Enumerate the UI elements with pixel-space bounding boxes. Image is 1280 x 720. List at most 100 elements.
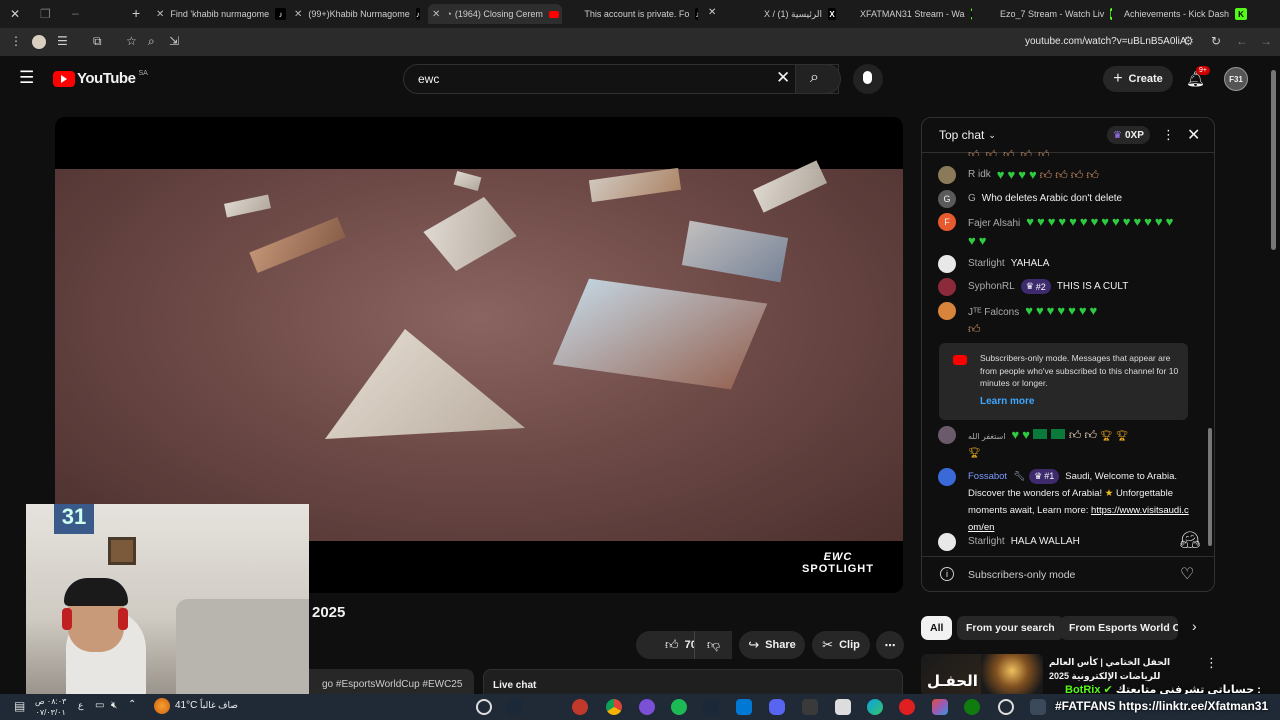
- discord-icon[interactable]: [769, 699, 785, 715]
- app-gray-icon[interactable]: [802, 699, 818, 715]
- forward-icon[interactable]: →: [1260, 34, 1272, 48]
- chat-menu-icon[interactable]: ⋮: [1162, 127, 1175, 143]
- chat-scrollbar[interactable]: [1208, 158, 1212, 548]
- chip-from-esports-world-cup[interactable]: From Esports World Cu: [1060, 616, 1178, 640]
- app-purple-icon[interactable]: [639, 699, 655, 715]
- chat-message[interactable]: SyphonRL ♛ #2 THIS IS A CULT: [938, 278, 1128, 296]
- extensions-icon[interactable]: ⧉: [93, 34, 102, 49]
- chat-avatar: [938, 166, 956, 184]
- profile-avatar[interactable]: [32, 35, 46, 49]
- clip-button[interactable]: ✂ Clip: [812, 631, 870, 659]
- steam-icon[interactable]: [703, 699, 719, 715]
- chip-from-your-search[interactable]: From your search: [957, 616, 1064, 640]
- outlook-icon[interactable]: [736, 699, 752, 715]
- speaker-muted-icon[interactable]: 🔇︎: [111, 700, 117, 711]
- description-box[interactable]: go #EsportsWorldCup #EWC25: [300, 669, 474, 695]
- heart-reaction-icon[interactable]: ♡: [1180, 564, 1194, 584]
- language-indicator[interactable]: ع: [78, 700, 83, 711]
- reload-icon[interactable]: ↻: [1211, 34, 1221, 48]
- chat-message[interactable]: استغفر الله ♥ ♥ 👍︎ 👍︎ 🏆︎ 🏆︎ 🏆︎: [938, 426, 1188, 462]
- live-chat-replay-bar[interactable]: Live chat: [483, 669, 903, 695]
- tab-2[interactable]: ✕ (99+)Khabib Nurmagome ♪: [294, 4, 420, 24]
- app-color-icon[interactable]: [932, 699, 948, 715]
- chip-all[interactable]: All: [921, 616, 953, 640]
- url-text[interactable]: youtube.com/watch?v=uBLnB5A0liA: [1025, 36, 1187, 47]
- tab-8[interactable]: Achievements - Kick Dash K: [1124, 4, 1250, 24]
- top-chat-selector[interactable]: Top chat ⌄: [939, 128, 996, 142]
- close-window-icon[interactable]: ✕: [10, 7, 20, 21]
- back-icon[interactable]: ←: [1236, 34, 1248, 48]
- tab-4[interactable]: ✕ This account is private. Fo ♪: [570, 4, 698, 24]
- tab-close-icon[interactable]: ✕: [708, 7, 716, 18]
- chevron-right-icon[interactable]: ›: [1192, 618, 1197, 634]
- hamburger-menu-icon[interactable]: ☰: [19, 68, 34, 88]
- voice-search-button[interactable]: [853, 64, 883, 94]
- tab-close-icon[interactable]: ✕: [432, 9, 440, 20]
- notification-badge: 9+: [1196, 66, 1210, 75]
- bookmark-star-icon[interactable]: ☆: [126, 34, 137, 48]
- hashtags[interactable]: go #EsportsWorldCup #EWC25: [322, 679, 462, 690]
- related-video-thumbnail[interactable]: الحفـل: [921, 654, 1043, 696]
- monitor-icon[interactable]: ▭: [95, 700, 104, 711]
- reader-icon[interactable]: ☰: [57, 34, 68, 48]
- dislike-button[interactable]: 👎︎: [694, 631, 732, 659]
- menu-dots-icon[interactable]: ⋮: [10, 34, 22, 48]
- chat-message[interactable]: Jᵀᴱ Falcons ♥ ♥ ♥ ♥ ♥ ♥ ♥ 👍︎: [938, 302, 1188, 339]
- related-video-title[interactable]: الحفل الختامي | كأس العالم للرياضات الإل…: [1049, 655, 1199, 683]
- edge-icon[interactable]: [867, 699, 883, 715]
- tab-1[interactable]: ✕ Find 'khabib nurmagome ♪: [156, 4, 286, 24]
- chat-message[interactable]: Starlight YAHALA: [938, 255, 1049, 273]
- chat-message[interactable]: G G Who deletes Arabic don't delete: [938, 190, 1122, 208]
- close-chat-icon[interactable]: ✕: [1187, 125, 1200, 145]
- page-scrollbar[interactable]: [1271, 70, 1276, 250]
- tab-7[interactable]: Ezo_7 Stream - Watch Liv K: [1000, 4, 1112, 24]
- spotify-icon[interactable]: [671, 699, 687, 715]
- more-actions-button[interactable]: ⋯: [876, 631, 904, 659]
- chat-message[interactable]: R idk ♥ ♥ ♥ ♥ 👍︎ 👍︎ 👍︎ 👍︎: [938, 166, 1102, 185]
- obs2-icon[interactable]: [998, 699, 1014, 715]
- zoom-icon[interactable]: ⌕: [148, 34, 155, 49]
- weather-temp[interactable]: 41°C: [175, 700, 197, 711]
- tab-5[interactable]: X / الرئيسية (1) X: [764, 4, 836, 24]
- minimize-window-icon[interactable]: –: [72, 6, 79, 20]
- learn-more-link[interactable]: Learn more: [980, 396, 1034, 407]
- steam-icon[interactable]: [507, 699, 523, 715]
- app-dark-icon[interactable]: [1030, 699, 1046, 715]
- chat-message[interactable]: Starlight HALA WALLAH: [938, 533, 1080, 551]
- tab-close-icon[interactable]: ✕: [294, 9, 302, 20]
- app-white-icon[interactable]: [835, 699, 851, 715]
- install-app-icon[interactable]: ⇲: [169, 34, 179, 48]
- search-box[interactable]: ewc ✕: [403, 64, 839, 94]
- tray-chevron-icon[interactable]: ⌃: [128, 699, 136, 710]
- info-icon[interactable]: i: [940, 567, 954, 581]
- tab-6[interactable]: XFATMAN31 Stream - Wa K: [860, 4, 972, 24]
- tab-close-icon[interactable]: ✕: [156, 9, 164, 20]
- tab-3-active[interactable]: ✕ ◔ (1964) Closing Cerem: [428, 4, 562, 24]
- search-input[interactable]: ewc: [418, 72, 439, 86]
- notification-center-icon[interactable]: ▤: [14, 699, 25, 713]
- chat-message-fossabot[interactable]: Fossabot 🔧︎ ♛ #1 Saudi, Welcome to Arabia. D…: [938, 468, 1198, 536]
- account-avatar[interactable]: F31: [1224, 67, 1248, 91]
- chrome-icon[interactable]: [606, 699, 622, 715]
- app-red-icon[interactable]: [572, 699, 588, 715]
- obs-icon[interactable]: [476, 699, 492, 715]
- xp-badge[interactable]: ♛ 0XP: [1107, 126, 1150, 144]
- reaction-emoji-icon: 🤗︎: [1180, 532, 1201, 549]
- youtube-logo[interactable]: YouTube SA: [53, 70, 148, 87]
- chat-message[interactable]: F Fajer Alsahi ♥ ♥ ♥ ♥ ♥ ♥ ♥ ♥ ♥ ♥ ♥ ♥ ♥ ♥♥ ♥: [938, 213, 1178, 251]
- new-tab-icon[interactable]: +: [132, 5, 140, 21]
- app-red2-icon[interactable]: [899, 699, 915, 715]
- create-button[interactable]: + Create: [1103, 66, 1173, 92]
- weather-icon[interactable]: [154, 698, 170, 714]
- chat-row-clipped: 👍︎👍︎👍︎👍︎👍︎: [968, 149, 1056, 156]
- clear-search-icon[interactable]: ✕: [776, 68, 790, 88]
- share-button[interactable]: ↪ Share: [739, 631, 805, 659]
- site-settings-icon[interactable]: ⚙: [1183, 34, 1194, 48]
- chat-avatar: [938, 468, 956, 486]
- related-video-menu-icon[interactable]: ⋮: [1205, 655, 1218, 671]
- weather-desc[interactable]: صاف غالباً: [200, 700, 238, 711]
- search-button[interactable]: ⌕: [795, 64, 841, 94]
- xbox-icon[interactable]: [964, 699, 980, 715]
- clock[interactable]: ٠٨:٠٣ ص ٠٧/٠٣/٠١: [35, 696, 66, 718]
- restore-window-icon[interactable]: ❐: [40, 7, 51, 21]
